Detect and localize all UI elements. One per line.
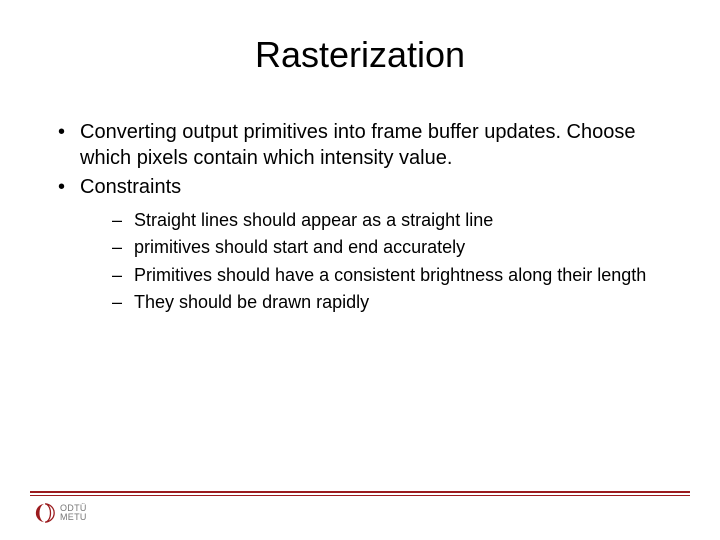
footer-rule [30,491,690,493]
slide-title: Rasterization [0,0,720,96]
footer-rule [30,495,690,496]
sub-bullet-item: They should be drawn rapidly [80,291,670,314]
logo-text: ODTÜ METU [60,504,87,523]
sub-bullet-list: Straight lines should appear as a straig… [80,209,670,315]
sub-bullet-item: Primitives should have a consistent brig… [80,264,670,287]
logo-icon [34,502,56,524]
bullet-item: Constraints Straight lines should appear… [50,175,670,314]
bullet-text: Constraints [80,176,181,198]
sub-bullet-item: primitives should start and end accurate… [80,236,670,259]
bullet-text: Converting output primitives into frame … [80,121,636,169]
logo-line2: METU [60,513,87,522]
bullet-list: Converting output primitives into frame … [50,120,670,314]
sub-bullet-item: Straight lines should appear as a straig… [80,209,670,232]
footer: ODTÜ METU [0,491,720,524]
slide: Rasterization Converting output primitiv… [0,0,720,540]
slide-content: Converting output primitives into frame … [0,96,720,314]
bullet-item: Converting output primitives into frame … [50,120,670,171]
university-logo: ODTÜ METU [0,500,720,524]
